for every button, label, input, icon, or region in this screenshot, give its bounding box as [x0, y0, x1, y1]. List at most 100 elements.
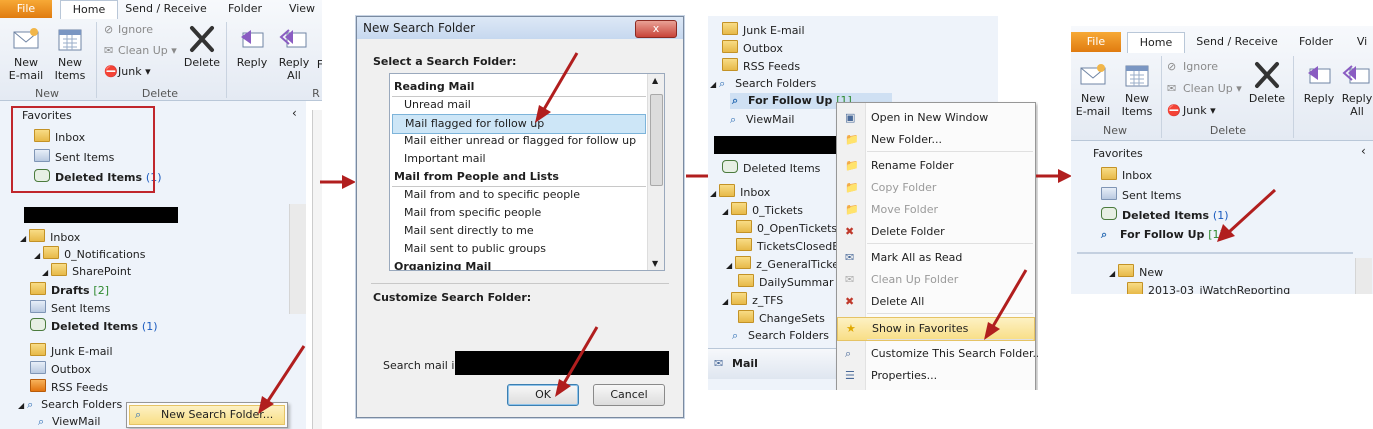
- list-item[interactable]: Important mail: [392, 150, 646, 168]
- tab-view-partial[interactable]: Vi: [1351, 32, 1373, 52]
- tree-item-inbox[interactable]: ◢ Inbox: [20, 229, 80, 247]
- search-folder-icon: ⌕: [27, 398, 34, 411]
- nav-scrollbar[interactable]: [1355, 258, 1372, 294]
- menu-item-new-folder[interactable]: 📁 New Folder...: [837, 129, 1035, 151]
- list-scrollbar[interactable]: ▲ ▼: [647, 74, 664, 270]
- ignore-button[interactable]: ⊘ Ignore: [1167, 59, 1218, 75]
- new-email-button[interactable]: New E-mail: [1073, 60, 1113, 118]
- reply-all-button[interactable]: Reply All: [274, 24, 314, 82]
- tab-home[interactable]: Home: [60, 0, 118, 19]
- group-label-delete: Delete: [141, 87, 179, 100]
- tree-item[interactable]: ◢ z_TFS: [722, 292, 783, 310]
- new-items-button[interactable]: New Items: [48, 24, 92, 82]
- junk-icon: ⛔: [104, 65, 118, 78]
- tree-item[interactable]: ◢ ⌕ Search Folders: [710, 76, 816, 93]
- reply-button[interactable]: Reply: [1299, 60, 1339, 105]
- tab-file[interactable]: File: [0, 0, 52, 18]
- tree-item-search-folders[interactable]: ◢ ⌕ Search Folders: [18, 397, 122, 414]
- reply-button[interactable]: Reply: [232, 24, 272, 69]
- tree-item[interactable]: ⌕ ViewMail: [730, 112, 794, 128]
- expand-triangle-icon: ◢: [18, 401, 25, 410]
- expand-triangle-icon[interactable]: ◢: [722, 297, 728, 306]
- new-items-button[interactable]: New Items: [1115, 60, 1159, 118]
- list-category: Reading Mail: [392, 78, 646, 97]
- list-item[interactable]: Mail sent to public groups: [392, 240, 646, 258]
- new-email-button[interactable]: New E-mail: [6, 24, 46, 82]
- menu-item-properties[interactable]: ☰ Properties...: [837, 365, 1035, 387]
- tree-item[interactable]: ◢ z_GeneralTicke: [726, 256, 839, 274]
- delete-button[interactable]: Delete: [180, 24, 224, 69]
- expand-triangle-icon[interactable]: ◢: [726, 261, 732, 270]
- menu-item-delete-folder[interactable]: ✖ Delete Folder: [837, 221, 1035, 243]
- menu-item-customize-this-search-folder[interactable]: ⌕ Customize This Search Folder...: [837, 343, 1038, 365]
- delete-label: Delete: [183, 56, 221, 69]
- delete-button[interactable]: Delete: [1245, 60, 1289, 105]
- tree-item[interactable]: TicketsClosedE: [736, 238, 839, 255]
- tree-item[interactable]: Junk E-mail: [722, 22, 805, 39]
- list-item[interactable]: Mail from specific people: [392, 204, 646, 222]
- tab-view[interactable]: View: [282, 0, 322, 18]
- menu-item-rename-folder[interactable]: 📁 Rename Folder: [837, 155, 1035, 177]
- menu-item-open-in-new-window[interactable]: ▣ Open in New Window: [837, 107, 1035, 129]
- tree-item-new[interactable]: ◢ New: [1109, 264, 1163, 282]
- clean-up-button[interactable]: ✉ Clean Up ▾: [1167, 81, 1242, 97]
- nav-scrollbar[interactable]: [289, 204, 306, 314]
- tab-send-receive[interactable]: Send / Receive: [1189, 32, 1285, 52]
- reply-all-label: Reply All: [1341, 92, 1373, 118]
- ribbon-group-divider: [1161, 56, 1162, 138]
- tree-item-iwatchreporting[interactable]: 2013-03_iWatchReporting: [1127, 282, 1290, 294]
- tree-item[interactable]: Deleted Items: [722, 160, 820, 177]
- collapse-chevron-icon[interactable]: ‹: [292, 106, 297, 120]
- ignore-button[interactable]: ⊘ Ignore: [104, 22, 153, 38]
- close-icon: x: [652, 22, 660, 35]
- scroll-up-arrow-icon[interactable]: ▲: [652, 76, 658, 85]
- tree-item[interactable]: DailySummar: [738, 274, 833, 291]
- tree-item-rss-feeds[interactable]: RSS Feeds: [30, 379, 108, 396]
- tab-folder[interactable]: Folder: [1291, 32, 1341, 52]
- tree-item-outbox[interactable]: Outbox: [30, 361, 91, 378]
- tab-home[interactable]: Home: [1127, 32, 1185, 53]
- tree-item-drafts[interactable]: Drafts [2]: [30, 282, 109, 299]
- scroll-thumb[interactable]: [650, 94, 663, 186]
- favorite-item-sent-items[interactable]: Sent Items: [1101, 187, 1181, 204]
- list-item[interactable]: Mail from and to specific people: [392, 186, 646, 204]
- tree-item[interactable]: 0_OpenTickets: [736, 220, 837, 237]
- tab-file[interactable]: File: [1071, 32, 1121, 52]
- junk-button[interactable]: ⛔Junk ▾: [1167, 103, 1216, 119]
- tree-item-junk-email[interactable]: Junk E-mail: [30, 343, 113, 360]
- tree-item[interactable]: ChangeSets: [738, 310, 825, 327]
- tree-item[interactable]: ◢ 0_Tickets: [722, 202, 803, 220]
- tab-send-receive[interactable]: Send / Receive: [120, 0, 212, 18]
- tree-item[interactable]: Outbox: [722, 40, 783, 57]
- tree-item[interactable]: ⌕ Search Folders: [732, 328, 829, 344]
- scroll-down-arrow-icon[interactable]: ▼: [652, 259, 658, 268]
- tree-item[interactable]: RSS Feeds: [722, 58, 800, 75]
- tree-item-sharepoint[interactable]: ◢ SharePoint: [42, 263, 131, 281]
- expand-triangle-icon[interactable]: ◢: [710, 189, 716, 198]
- tree-item-notifications[interactable]: ◢ 0_Notifications: [34, 246, 146, 264]
- chevron-down-icon: ▾: [1236, 82, 1242, 95]
- group-label-delete: Delete: [1209, 124, 1247, 137]
- favorites-header[interactable]: Favorites: [1093, 146, 1143, 162]
- collapse-chevron-icon[interactable]: ‹: [1361, 144, 1366, 158]
- list-item[interactable]: Unread mail: [392, 96, 646, 114]
- tree-item[interactable]: ◢ Inbox: [710, 184, 770, 202]
- expand-triangle-icon[interactable]: ◢: [710, 80, 716, 89]
- select-search-folder-label: Select a Search Folder:: [373, 55, 517, 68]
- clean-up-button[interactable]: ✉ Clean Up ▾: [104, 43, 177, 59]
- tree-item-deleted-items[interactable]: Deleted Items (1): [30, 318, 158, 335]
- tree-item-sent-items[interactable]: Sent Items: [30, 300, 110, 317]
- tab-folder[interactable]: Folder: [222, 0, 268, 18]
- close-button[interactable]: x: [635, 20, 677, 38]
- list-item[interactable]: Mail either unread or flagged for follow…: [392, 132, 646, 150]
- reply-all-button[interactable]: Reply All: [1341, 60, 1373, 118]
- forward-button-partial[interactable]: F: [316, 58, 322, 71]
- list-item[interactable]: Mail sent directly to me: [392, 222, 646, 240]
- junk-button[interactable]: ⛔Junk ▾: [104, 64, 151, 80]
- tree-label: Sent Items: [51, 302, 111, 315]
- search-folder-icon: ⌕: [38, 415, 45, 428]
- tree-item-viewmail[interactable]: ⌕ ViewMail: [38, 414, 100, 429]
- favorite-item-inbox[interactable]: Inbox: [1101, 167, 1152, 184]
- expand-triangle-icon[interactable]: ◢: [722, 207, 728, 216]
- list-item[interactable]: Mail flagged for follow up: [392, 114, 646, 134]
